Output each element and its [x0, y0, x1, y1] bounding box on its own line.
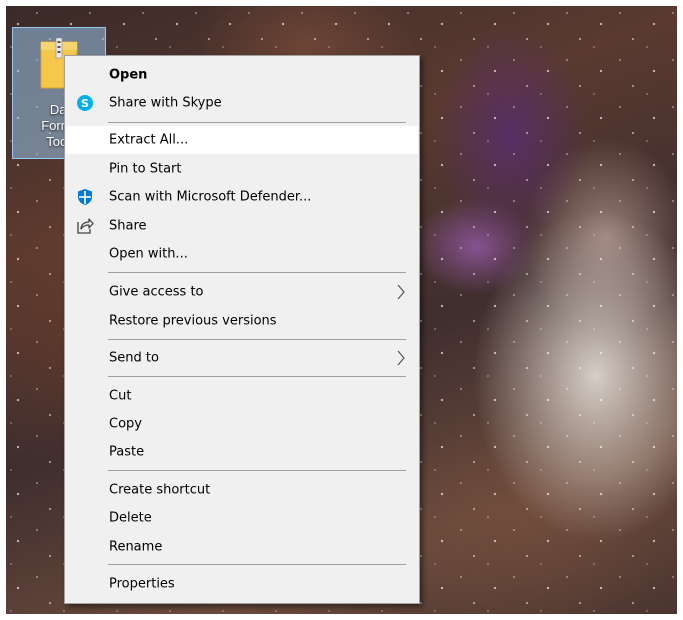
menu-item-label: Restore previous versions: [109, 313, 277, 329]
chevron-right-icon: [397, 284, 405, 300]
menu-item-rename[interactable]: Rename: [66, 533, 418, 561]
menu-item-pin-to-start[interactable]: Pin to Start: [66, 155, 418, 183]
menu-item-cut[interactable]: Cut: [66, 382, 418, 410]
menu-item-scan-defender[interactable]: Scan with Microsoft Defender...: [66, 183, 418, 211]
desktop-wallpaper: Dat Forma Tool. Open S Share with Skype …: [6, 6, 677, 614]
menu-item-label: Give access to: [109, 284, 204, 300]
menu-item-label: Send to: [109, 350, 159, 366]
menu-item-label: Copy: [109, 416, 142, 432]
menu-item-give-access-to[interactable]: Give access to: [66, 278, 418, 306]
menu-item-label: Paste: [109, 444, 145, 460]
menu-item-label: Scan with Microsoft Defender...: [109, 189, 312, 205]
svg-text:S: S: [81, 97, 89, 110]
menu-item-send-to[interactable]: Send to: [66, 344, 418, 372]
menu-item-properties[interactable]: Properties: [66, 570, 418, 598]
menu-item-share[interactable]: Share: [66, 212, 418, 240]
menu-item-label: Pin to Start: [109, 161, 182, 177]
menu-item-label: Open: [109, 67, 148, 83]
menu-item-label: Open with...: [109, 246, 188, 262]
menu-item-open-with[interactable]: Open with...: [66, 240, 418, 268]
menu-separator: [108, 376, 406, 377]
menu-item-extract-all[interactable]: Extract All...: [66, 126, 418, 154]
menu-item-label: Share with Skype: [109, 95, 222, 111]
menu-item-label: Properties: [109, 576, 175, 592]
context-menu: Open S Share with Skype Extract All... P…: [64, 55, 420, 604]
menu-item-create-shortcut[interactable]: Create shortcut: [66, 476, 418, 504]
menu-item-share-with-skype[interactable]: S Share with Skype: [66, 89, 418, 117]
menu-separator: [108, 272, 406, 273]
menu-item-label: Create shortcut: [109, 482, 211, 498]
menu-separator: [108, 122, 406, 123]
defender-shield-icon: [78, 189, 92, 205]
chevron-right-icon: [397, 350, 405, 366]
skype-icon: S: [77, 95, 93, 111]
menu-item-paste[interactable]: Paste: [66, 438, 418, 466]
menu-item-label: Share: [109, 218, 147, 234]
menu-item-label: Rename: [109, 539, 163, 555]
menu-separator: [108, 564, 406, 565]
menu-item-copy[interactable]: Copy: [66, 410, 418, 438]
menu-item-open[interactable]: Open: [66, 61, 418, 89]
menu-separator: [108, 470, 406, 471]
screenshot-frame: Dat Forma Tool. Open S Share with Skype …: [0, 0, 683, 620]
menu-item-label: Delete: [109, 510, 152, 526]
menu-item-restore-previous-versions[interactable]: Restore previous versions: [66, 307, 418, 335]
menu-item-label: Cut: [109, 388, 132, 404]
menu-item-delete[interactable]: Delete: [66, 504, 418, 532]
share-icon: [77, 218, 94, 234]
menu-item-label: Extract All...: [109, 132, 189, 148]
menu-separator: [108, 339, 406, 340]
